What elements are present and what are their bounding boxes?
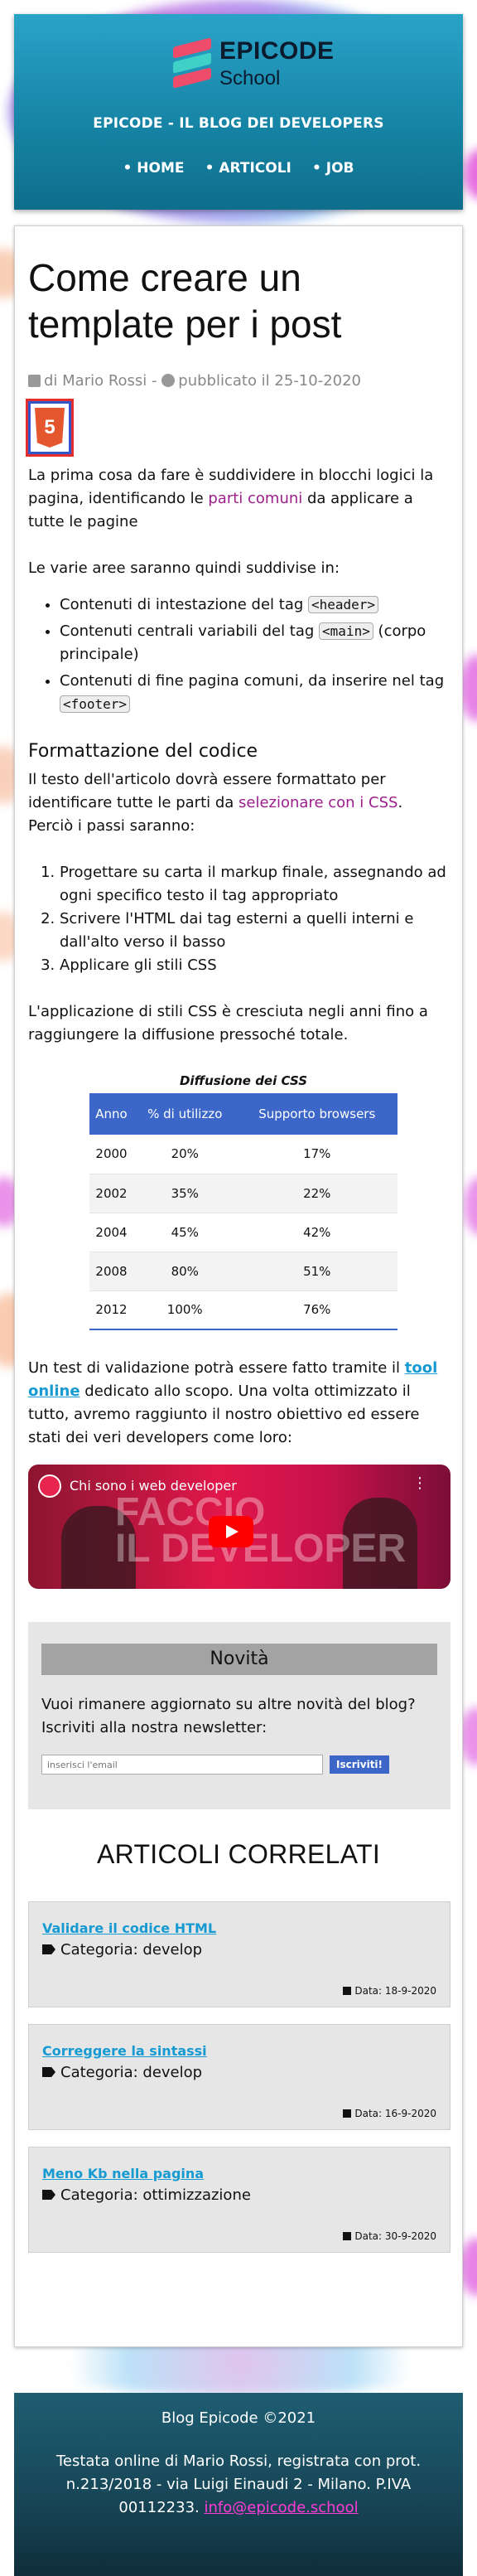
table-row: 2002 35% 22% <box>89 1174 398 1213</box>
paint-splash-decoration <box>464 1177 477 1235</box>
logo-subtitle: School <box>219 67 281 90</box>
article-title: Come creare un template per i post <box>28 256 342 346</box>
meta-date: pubblicato il 25-10-2020 <box>178 372 362 390</box>
list-item: Progettare su carta il markup finale, as… <box>60 861 449 908</box>
related-title: ARTICOLI CORRELATI <box>96 1839 381 1869</box>
list-item: Contenuti centrali variabili del tag <ma… <box>60 620 449 666</box>
related-article-link[interactable]: Correggere la sintassi <box>42 2043 436 2059</box>
site-footer: Blog Epicode ©2021 Testata online di Mar… <box>14 2393 463 2576</box>
site-header: EPICODE School EPICODE - IL BLOG DEI DEV… <box>14 14 463 210</box>
paragraph-areas: Le varie aree saranno quindi suddivise i… <box>28 559 340 577</box>
areas-list: Contenuti di intestazione del tag <heade… <box>28 593 449 716</box>
more-options-icon[interactable]: ⋮ <box>412 1474 427 1492</box>
edit-icon <box>28 375 41 387</box>
table-header: % di utilizzo <box>133 1093 237 1135</box>
html5-logo: 5 <box>26 399 74 457</box>
tag-icon <box>42 1944 55 1954</box>
article-date: Data: 18-9-2020 <box>343 1985 436 1997</box>
site-tagline: EPICODE - IL BLOG DEI DEVELOPERS <box>93 115 384 132</box>
highlight-text: parti comuni <box>208 490 303 507</box>
css-table: Diffusione dei CSS Anno % di utilizzo Su… <box>89 1073 398 1330</box>
highlight-text: selezionare con i CSS <box>238 794 398 811</box>
newsletter-form: Iscriviti! <box>41 1755 437 1775</box>
html5-shield-icon: 5 <box>35 408 65 448</box>
related-article-link[interactable]: Validare il codice HTML <box>42 1920 436 1936</box>
code-tag: <header> <box>308 596 379 613</box>
tag-icon <box>42 2190 55 2200</box>
section-heading: Formattazione del codice <box>28 741 258 762</box>
table-row: 2000 20% 17% <box>89 1135 398 1174</box>
paragraph-validation: Un test di validazione potrà essere fatt… <box>28 1359 438 1446</box>
footer-copyright: Blog Epicode ©2021 <box>161 2409 316 2427</box>
youtube-video-embed[interactable]: FACCIO IL DEVELOPER Chi sono i web develo… <box>28 1465 450 1589</box>
article-card: Come creare un template per i post di Ma… <box>14 225 463 2347</box>
video-overlay-text: FACCIO IL DEVELOPER <box>115 1490 407 1571</box>
article-category: Categoria: develop <box>42 2064 436 2081</box>
epicode-logo-icon <box>173 37 211 89</box>
table-row: 2012 100% 76% <box>89 1290 398 1330</box>
email-input[interactable] <box>41 1755 323 1775</box>
list-item: Contenuti di intestazione del tag <heade… <box>60 593 449 617</box>
calendar-icon <box>343 2109 352 2118</box>
play-button-icon[interactable] <box>209 1516 253 1547</box>
newsletter-box: Novità Vuoi rimanere aggiornato su altre… <box>28 1622 450 1809</box>
related-card: Meno Kb nella pagina Categoria: ottimizz… <box>28 2147 450 2253</box>
clock-icon <box>161 374 176 387</box>
code-tag: <main> <box>319 622 373 640</box>
paint-splash-decoration <box>464 149 477 199</box>
steps-list: Progettare su carta il markup finale, as… <box>28 861 449 977</box>
related-article-link[interactable]: Meno Kb nella pagina <box>42 2166 436 2181</box>
channel-avatar[interactable] <box>38 1474 61 1498</box>
table-header: Supporto browsers <box>236 1093 398 1135</box>
nav-job[interactable]: JOB <box>312 160 354 177</box>
nav-articoli[interactable]: ARTICOLI <box>205 160 292 177</box>
paragraph-css: L'applicazione di stili CSS è cresciuta … <box>28 1003 428 1043</box>
table-row: 2004 45% 42% <box>89 1213 398 1252</box>
article-category: Categoria: ottimizzazione <box>42 2186 436 2204</box>
related-card: Validare il codice HTML Categoria: devel… <box>28 1901 450 2007</box>
footer-email-link[interactable]: info@epicode.school <box>204 2499 358 2516</box>
footer-info: Testata online di Mario Rossi, registrat… <box>55 2453 422 2516</box>
article-meta: di Mario Rossi - pubblicato il 25-10-202… <box>28 372 449 390</box>
calendar-icon <box>343 2232 352 2240</box>
calendar-icon <box>343 1987 352 1995</box>
list-item: Contenuti di fine pagina comuni, da inse… <box>60 670 449 716</box>
subscribe-button[interactable]: Iscriviti! <box>330 1755 390 1774</box>
list-item: Applicare gli stili CSS <box>60 954 449 977</box>
list-item: Scrivere l'HTML dai tag esterni a quelli… <box>60 908 449 954</box>
meta-author: di Mario Rossi - <box>44 372 162 390</box>
code-tag: <footer> <box>60 695 131 713</box>
paragraph-intro: La prima cosa da fare è suddividere in b… <box>28 467 434 530</box>
article-date: Data: 16-9-2020 <box>343 2108 436 2119</box>
epicode-logo[interactable]: EPICODE School <box>158 37 340 104</box>
table-caption: Diffusione dei CSS <box>179 1073 308 1088</box>
table-header: Anno <box>89 1093 133 1135</box>
tag-icon <box>42 2067 55 2077</box>
related-card: Correggere la sintassi Categoria: develo… <box>28 2024 450 2130</box>
main-nav: HOME ARTICOLI JOB <box>14 160 463 177</box>
article-category: Categoria: develop <box>42 1941 436 1959</box>
related-articles: Validare il codice HTML Categoria: devel… <box>28 1901 450 2253</box>
newsletter-text: Vuoi rimanere aggiornato su altre novità… <box>41 1696 416 1736</box>
nav-home[interactable]: HOME <box>123 160 184 177</box>
video-title[interactable]: Chi sono i web developer <box>70 1478 237 1494</box>
logo-title: EPICODE <box>219 37 335 65</box>
newsletter-title: Novità <box>41 1644 437 1675</box>
paragraph-formatting: Il testo dell'articolo dovrà essere form… <box>28 771 403 835</box>
table-row: 2008 80% 51% <box>89 1252 398 1291</box>
article-date: Data: 30-9-2020 <box>343 2230 436 2242</box>
